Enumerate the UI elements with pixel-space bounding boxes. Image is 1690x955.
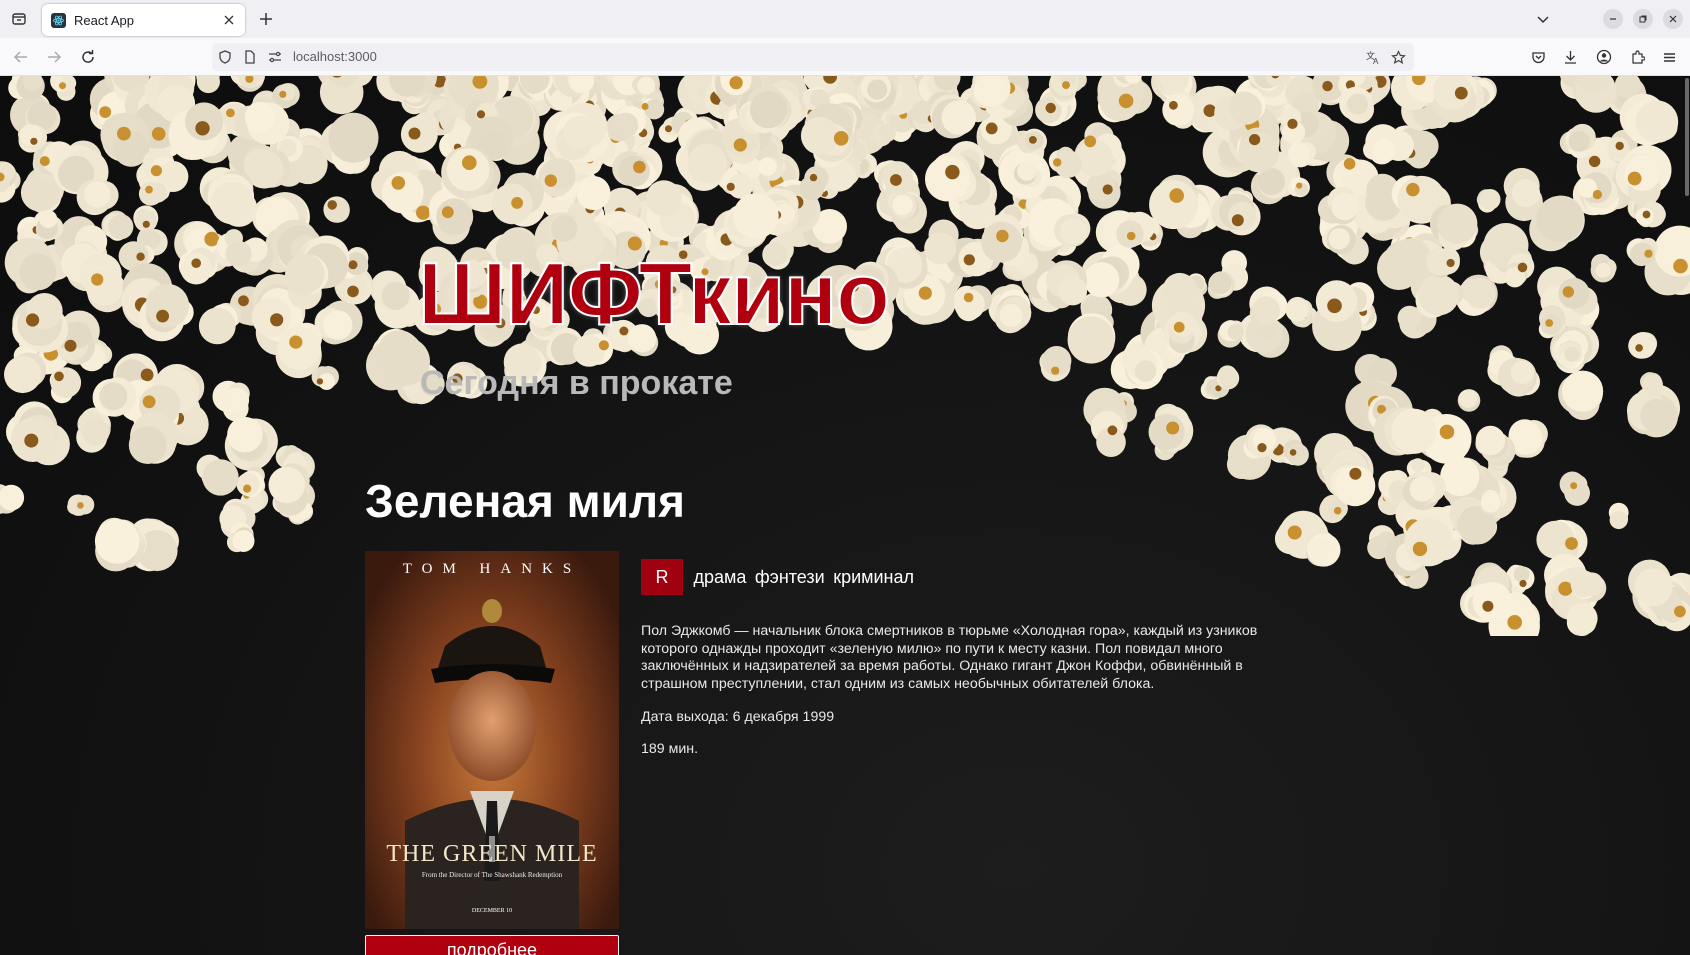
- rating-badge: R: [641, 559, 683, 595]
- tab-bar: React App: [0, 0, 1690, 38]
- browser-tab[interactable]: React App: [42, 4, 245, 36]
- react-icon: [51, 12, 66, 28]
- page-content: ШИФТкино Сегодня в прокате Зеленая миля: [0, 76, 1690, 955]
- minimize-icon[interactable]: [1603, 9, 1623, 29]
- shield-icon[interactable]: [217, 49, 233, 65]
- account-icon[interactable]: [1593, 46, 1615, 68]
- svg-text:A: A: [1373, 57, 1379, 65]
- movie-poster: TOM HANKS THE GREEN MILE From the Direct…: [365, 551, 619, 929]
- duration: 189 мин.: [641, 741, 699, 757]
- extensions-icon[interactable]: [1626, 46, 1648, 68]
- poster-date: DECEMBER 10: [471, 908, 513, 914]
- url-text[interactable]: localhost:3000: [293, 49, 377, 64]
- poster-actor: TOM HANKS: [402, 561, 582, 577]
- site-logo[interactable]: ШИФТкино: [417, 249, 891, 339]
- translate-icon[interactable]: 文A: [1365, 49, 1381, 65]
- download-icon[interactable]: [1559, 46, 1581, 68]
- genre-list: драма фэнтези криминал: [693, 567, 918, 588]
- genre-tag: драма: [693, 566, 747, 587]
- restore-icon[interactable]: [1633, 9, 1653, 29]
- genre-tag: фэнтези: [754, 566, 825, 587]
- navigation-bar: localhost:3000 文A: [0, 38, 1690, 76]
- tab-list-icon[interactable]: [7, 7, 31, 31]
- movie-info: R драма фэнтези криминал Пол Эджкомб — н…: [641, 559, 1291, 757]
- menu-icon[interactable]: [1658, 46, 1680, 68]
- chevron-down-icon[interactable]: [1533, 9, 1553, 29]
- url-bar[interactable]: localhost:3000 文A: [212, 43, 1414, 71]
- poster-tagline: From the Director of The Shawshank Redem…: [421, 871, 563, 879]
- pocket-icon[interactable]: [1527, 46, 1549, 68]
- close-window-icon[interactable]: [1663, 9, 1683, 29]
- bookmark-star-icon[interactable]: [1390, 49, 1406, 65]
- movie-title: Зеленая миля: [365, 475, 685, 527]
- reload-icon[interactable]: [77, 46, 99, 68]
- close-tab-icon[interactable]: [221, 12, 237, 28]
- movie-description: Пол Эджкомб — начальник блока смертников…: [641, 623, 1258, 692]
- release-date: Дата выхода: 6 декабря 1999: [641, 709, 835, 725]
- tab-title: React App: [74, 12, 134, 28]
- popcorn-background-image: [0, 76, 1690, 636]
- scrollbar[interactable]: [1685, 78, 1689, 196]
- genre-tag: криминал: [833, 566, 915, 587]
- back-arrow-icon[interactable]: [10, 46, 32, 68]
- forward-arrow-icon[interactable]: [43, 46, 65, 68]
- page-subtitle: Сегодня в прокате: [420, 364, 733, 402]
- details-button[interactable]: подробнее: [365, 935, 619, 955]
- poster-movie-name: THE GREEN MILE: [386, 841, 598, 867]
- page-icon[interactable]: [242, 49, 258, 65]
- permissions-icon[interactable]: [267, 49, 283, 65]
- new-tab-icon[interactable]: [255, 8, 277, 30]
